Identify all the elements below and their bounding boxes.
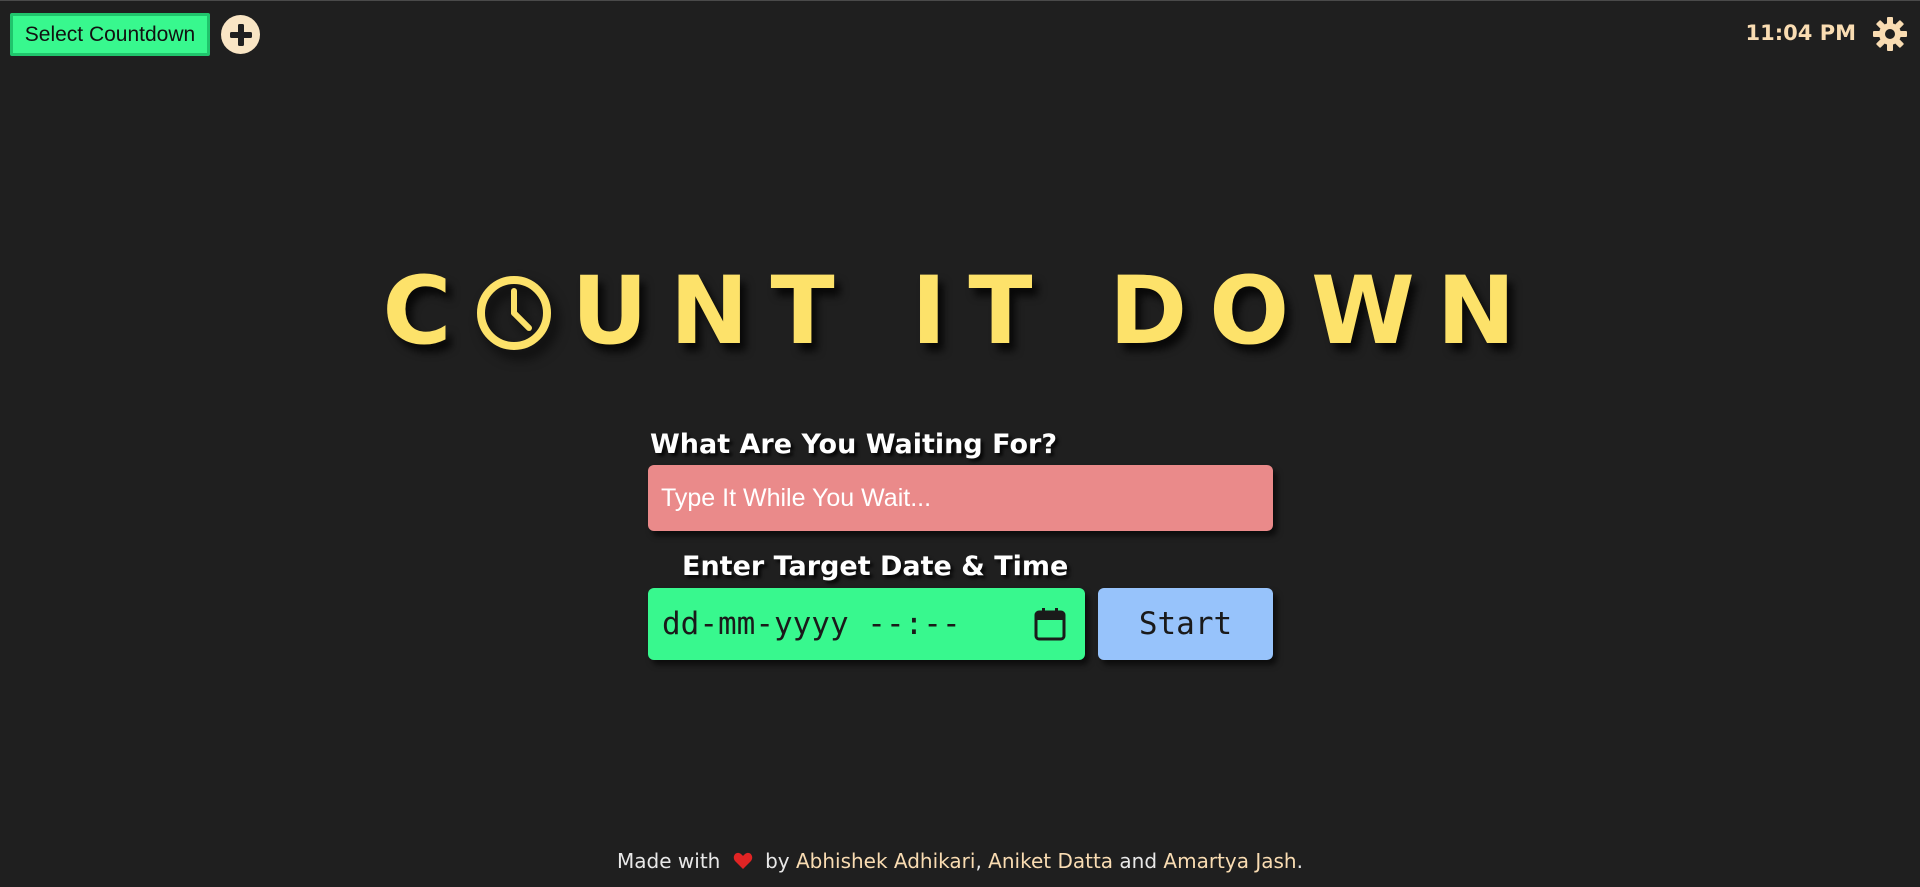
select-countdown-label: Select Countdown xyxy=(24,22,196,46)
calendar-icon[interactable] xyxy=(1033,606,1067,642)
datetime-input[interactable]: dd-mm-yyyy --:-- xyxy=(648,588,1085,660)
author-link-3[interactable]: Amartya Jash xyxy=(1163,849,1296,873)
event-input[interactable]: Type It While You Wait... xyxy=(648,465,1273,531)
title-prefix: C xyxy=(382,256,474,366)
datetime-placeholder: dd-mm-yyyy --:-- xyxy=(662,606,961,642)
current-time: 11:04 PM xyxy=(1745,21,1856,45)
event-input-placeholder: Type It While You Wait... xyxy=(661,483,932,512)
footer-credits: Made with by Abhishek Adhikari, Aniket D… xyxy=(0,849,1920,873)
start-button[interactable]: Start xyxy=(1098,588,1273,660)
author-link-1[interactable]: Abhishek Adhikari xyxy=(796,849,975,873)
start-label: Start xyxy=(1138,606,1233,642)
app-title: C UNT IT DOWN xyxy=(0,256,1920,366)
title-suffix: UNT IT DOWN xyxy=(571,256,1538,366)
date-label: Enter Target Date & Time xyxy=(682,551,1069,582)
plus-circle-icon xyxy=(229,23,252,46)
separator-comma: , xyxy=(975,849,982,873)
and-text: and xyxy=(1119,849,1158,873)
made-with-text: Made with xyxy=(617,849,721,873)
by-text: by xyxy=(765,849,790,873)
author-link-2[interactable]: Aniket Datta xyxy=(988,849,1113,873)
add-countdown-button[interactable] xyxy=(221,15,260,54)
heart-icon xyxy=(733,852,752,869)
settings-button[interactable] xyxy=(1872,16,1908,52)
event-label: What Are You Waiting For? xyxy=(650,429,1057,460)
gear-icon xyxy=(1873,17,1907,51)
footer-period: . xyxy=(1296,849,1303,873)
select-countdown-button[interactable]: Select Countdown xyxy=(10,13,210,56)
clock-icon xyxy=(476,276,551,350)
